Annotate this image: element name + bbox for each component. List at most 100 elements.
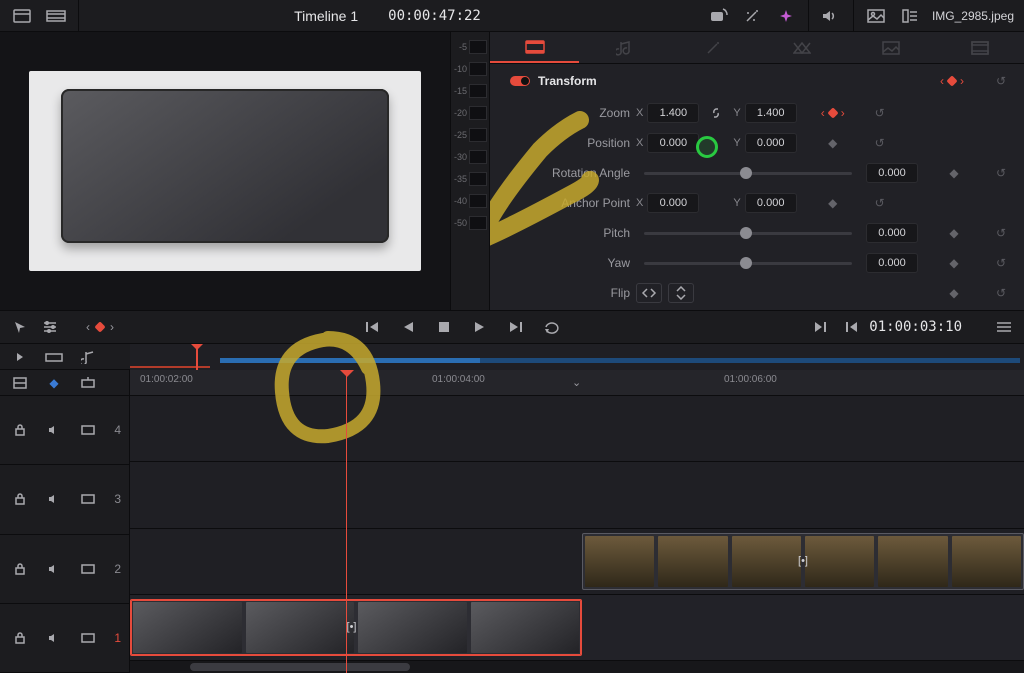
track-header-a2[interactable]: 2: [0, 535, 129, 604]
monitor-icon[interactable]: [76, 626, 100, 650]
monitor-icon[interactable]: [76, 487, 100, 511]
play-button[interactable]: [468, 315, 492, 339]
zoom-x-input[interactable]: 1.400: [647, 103, 699, 123]
bin-icon[interactable]: [10, 4, 34, 28]
metadata-icon[interactable]: [898, 4, 922, 28]
rotation-keyframe[interactable]: ◆: [924, 166, 984, 180]
inspector-tab-effects[interactable]: [668, 32, 757, 63]
menu-icon[interactable]: [992, 315, 1016, 339]
zoom-y-input[interactable]: 1.400: [745, 103, 797, 123]
play-reverse-button[interactable]: [396, 315, 420, 339]
speaker-icon[interactable]: [42, 418, 66, 442]
next-keyframe[interactable]: ›: [110, 320, 114, 334]
zoom-reset[interactable]: ↺: [869, 106, 891, 120]
inspector-tab-file[interactable]: [935, 32, 1024, 63]
next-clip-button[interactable]: [809, 315, 833, 339]
track-lane-3[interactable]: [130, 462, 1024, 528]
mini-timeline[interactable]: [130, 344, 1024, 370]
audio-view-icon[interactable]: [76, 345, 100, 369]
timeline-scrollbar[interactable]: [130, 661, 1024, 673]
anchor-keyframe[interactable]: ◆: [803, 196, 863, 210]
add-track-icon[interactable]: [76, 371, 100, 395]
flip-reset[interactable]: ↺: [990, 286, 1012, 300]
timeline-name[interactable]: Timeline 1: [294, 8, 358, 24]
stop-button[interactable]: [432, 315, 456, 339]
anchor-x-input[interactable]: 0.000: [647, 193, 699, 213]
flip-h-button[interactable]: [636, 283, 662, 303]
yaw-reset[interactable]: ↺: [990, 256, 1012, 270]
last-frame-button[interactable]: [504, 315, 528, 339]
lock-icon[interactable]: [8, 557, 32, 581]
prev-clip-button[interactable]: [839, 315, 863, 339]
yaw-keyframe[interactable]: ◆: [924, 256, 984, 270]
lock-icon[interactable]: [8, 418, 32, 442]
pitch-keyframe[interactable]: ◆: [924, 226, 984, 240]
flip-v-button[interactable]: [668, 283, 694, 303]
prev-keyframe[interactable]: ‹: [86, 320, 90, 334]
position-reset[interactable]: ↺: [869, 136, 891, 150]
zoom-link-icon[interactable]: [705, 106, 727, 120]
track-lane-2[interactable]: [•]: [130, 529, 1024, 595]
flip-keyframe[interactable]: ◆: [924, 286, 984, 300]
clip-landscape[interactable]: [•]: [582, 533, 1024, 590]
rotation-slider[interactable]: [644, 163, 852, 183]
camera-sync-icon[interactable]: [706, 4, 730, 28]
track-header-a4[interactable]: 4: [0, 396, 129, 465]
transform-keyframe-nav[interactable]: ‹›: [922, 74, 982, 88]
rotation-reset[interactable]: ↺: [990, 166, 1012, 180]
inspector-tab-video[interactable]: [490, 32, 579, 63]
pitch-input[interactable]: 0.000: [866, 223, 918, 243]
position-x-input[interactable]: 0.000: [647, 133, 699, 153]
playhead[interactable]: [346, 370, 347, 673]
inspector-tab-transition[interactable]: [757, 32, 846, 63]
lock-icon[interactable]: [8, 487, 32, 511]
clip-view-icon[interactable]: [42, 345, 66, 369]
keyframe-indicator[interactable]: [94, 321, 105, 332]
inspector-tab-audio[interactable]: [579, 32, 668, 63]
zoom-keyframe[interactable]: ‹›: [803, 106, 863, 120]
anchor-y-input[interactable]: 0.000: [745, 193, 797, 213]
transform-toggle[interactable]: [510, 76, 530, 86]
chevron-down-icon[interactable]: ⌄: [572, 376, 581, 389]
inspector-tab-image[interactable]: [846, 32, 935, 63]
lock-icon[interactable]: [8, 626, 32, 650]
wand-icon[interactable]: [740, 4, 764, 28]
pitch-reset[interactable]: ↺: [990, 226, 1012, 240]
track-header-v1[interactable]: 1: [0, 604, 129, 673]
first-frame-button[interactable]: [360, 315, 384, 339]
zoom-label: Zoom: [510, 106, 630, 120]
tool-sliders-icon[interactable]: [38, 315, 62, 339]
position-keyframe[interactable]: ◆: [803, 136, 863, 150]
retime-handle-icon[interactable]: [•]: [347, 621, 357, 633]
retime-handle-icon[interactable]: [•]: [798, 555, 808, 567]
anchor-reset[interactable]: ↺: [869, 196, 891, 210]
track-lane-v1[interactable]: [•]: [130, 595, 1024, 661]
loop-button[interactable]: [540, 315, 564, 339]
volume-icon[interactable]: [819, 4, 843, 28]
pitch-slider[interactable]: [644, 223, 852, 243]
position-y-input[interactable]: 0.000: [745, 133, 797, 153]
timeline-ruler[interactable]: 01:00:02:00 01:00:04:00 ⌄ 01:00:06:00: [130, 370, 1024, 396]
picture-icon[interactable]: [864, 4, 888, 28]
transform-reset[interactable]: ↺: [990, 74, 1012, 88]
yaw-slider[interactable]: [644, 253, 852, 273]
track-lane-4[interactable]: [130, 396, 1024, 462]
filmstrip-icon[interactable]: [44, 4, 68, 28]
tool-select-icon[interactable]: [8, 315, 32, 339]
marker-tool-icon[interactable]: ◆: [42, 371, 66, 395]
expand-icon[interactable]: [8, 345, 32, 369]
index-icon[interactable]: [8, 371, 32, 395]
viewer-panel[interactable]: [0, 32, 450, 310]
track-header-a3[interactable]: 3: [0, 465, 129, 534]
sparkle-icon[interactable]: [774, 4, 798, 28]
speaker-icon[interactable]: [42, 487, 66, 511]
record-timecode[interactable]: 01:00:03:10: [869, 319, 962, 335]
clip-editor-keyboard[interactable]: [•]: [130, 599, 582, 656]
monitor-icon[interactable]: [76, 418, 100, 442]
rotation-input[interactable]: 0.000: [866, 163, 918, 183]
yaw-input[interactable]: 0.000: [866, 253, 918, 273]
monitor-icon[interactable]: [76, 557, 100, 581]
speaker-icon[interactable]: [42, 626, 66, 650]
transform-group-label: Transform: [538, 74, 597, 88]
speaker-icon[interactable]: [42, 557, 66, 581]
